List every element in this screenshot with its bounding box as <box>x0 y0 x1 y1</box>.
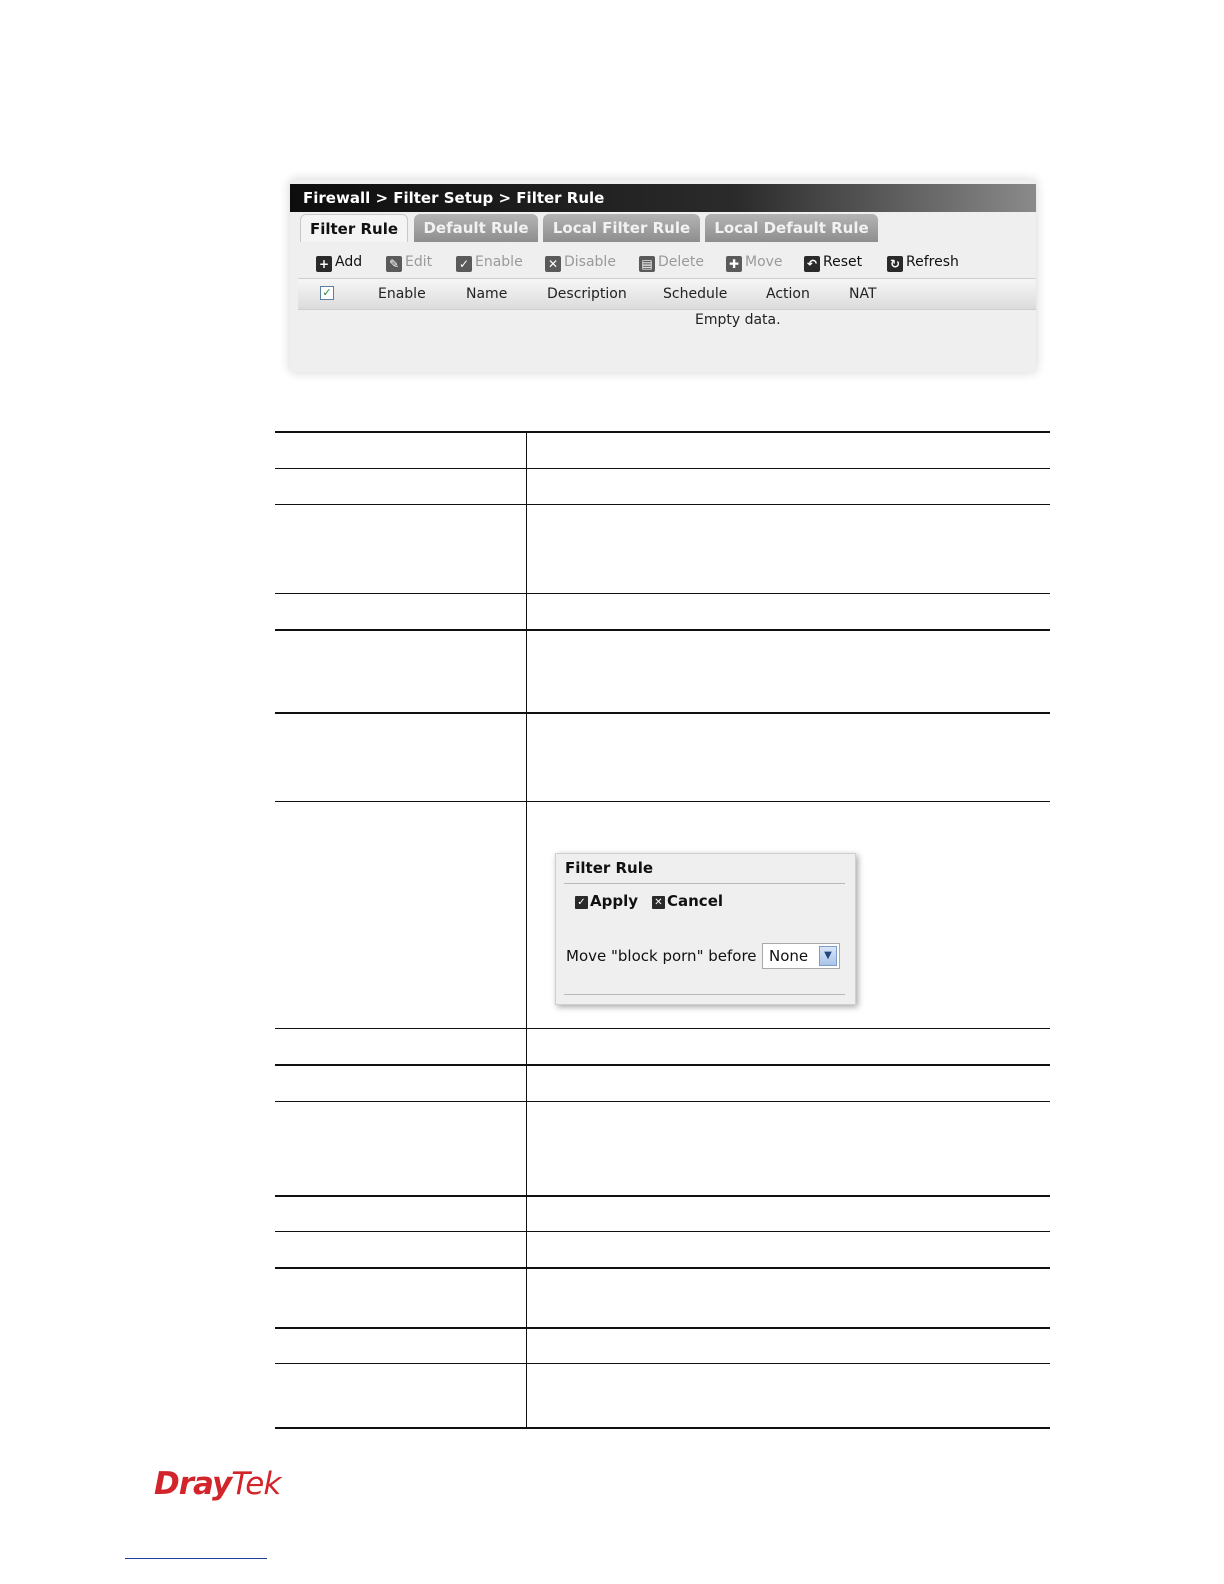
column-action[interactable]: Action <box>766 279 810 309</box>
chevron-down-icon: ▼ <box>819 946 837 966</box>
refresh-button[interactable]: ↻ Refresh <box>887 250 959 274</box>
tab-local-filter-rule[interactable]: Local Filter Rule <box>543 214 700 242</box>
table-bottom-border <box>275 1427 1050 1429</box>
toolbar: + Add ✎ Edit ✓ Enable ✕ Disable ▤ Delete ✚ Mov… <box>316 250 1016 274</box>
plus-icon: + <box>316 256 332 272</box>
row-divider <box>275 1327 1050 1329</box>
empty-data-message: Empty data. <box>695 312 781 328</box>
row-divider <box>275 1231 1050 1232</box>
move-rule-dialog: Filter Rule ✓ Apply ✕ Cancel Move "block p… <box>555 853 856 1005</box>
footer-rule <box>125 1558 267 1559</box>
row-divider <box>275 1363 1050 1364</box>
row-divider <box>275 629 1050 631</box>
delete-button[interactable]: ▤ Delete <box>639 250 704 274</box>
row-divider <box>275 504 1050 505</box>
x-icon: ✕ <box>545 256 561 272</box>
tab-local-default-rule[interactable]: Local Default Rule <box>705 214 878 242</box>
pencil-icon: ✎ <box>386 256 402 272</box>
edit-button[interactable]: ✎ Edit <box>386 250 432 274</box>
column-divider <box>526 431 527 1429</box>
trash-icon: ▤ <box>639 256 655 272</box>
logo-tek: Tek <box>231 1466 281 1502</box>
disable-label: Disable <box>564 254 616 270</box>
apply-button[interactable]: ✓ Apply <box>575 892 638 910</box>
row-divider <box>275 712 1050 714</box>
row-divider <box>275 1064 1050 1066</box>
dialog-bottom-divider <box>564 994 845 995</box>
check-icon: ✓ <box>575 896 588 909</box>
column-nat[interactable]: NAT <box>849 279 877 309</box>
apply-label: Apply <box>590 892 639 910</box>
refresh-icon: ↻ <box>887 256 903 272</box>
breadcrumb: Firewall > Filter Setup > Filter Rule <box>290 184 1036 212</box>
dialog-divider <box>564 883 845 884</box>
move-button[interactable]: ✚ Move <box>726 250 783 274</box>
move-before-label: Move "block porn" before <box>566 947 757 965</box>
column-description[interactable]: Description <box>547 279 627 309</box>
delete-label: Delete <box>658 254 704 270</box>
row-divider <box>275 801 1050 802</box>
add-label: Add <box>335 254 363 270</box>
row-divider <box>275 1028 1050 1029</box>
reset-button[interactable]: ↶ Reset <box>804 250 862 274</box>
filter-rule-panel: Firewall > Filter Setup > Filter Rule Fi… <box>290 180 1036 372</box>
cancel-button[interactable]: ✕ Cancel <box>652 892 723 910</box>
row-divider <box>275 1101 1050 1102</box>
x-icon: ✕ <box>652 896 665 909</box>
disable-button[interactable]: ✕ Disable <box>545 250 616 274</box>
move-before-select[interactable]: None ▼ <box>762 943 840 969</box>
select-value: None <box>769 947 809 965</box>
column-enable[interactable]: Enable <box>378 279 426 309</box>
refresh-label: Refresh <box>906 254 959 270</box>
select-all-checkbox[interactable]: ✓ <box>320 286 334 300</box>
enable-label: Enable <box>475 254 523 270</box>
draytek-logo: DrayTek <box>154 1466 281 1502</box>
table-header: ✓ Enable Name Description Schedule Actio… <box>298 278 1036 310</box>
tab-default-rule[interactable]: Default Rule <box>414 214 538 242</box>
column-schedule[interactable]: Schedule <box>663 279 727 309</box>
row-divider <box>275 1267 1050 1269</box>
table-top-border <box>275 431 1050 433</box>
reset-icon: ↶ <box>804 256 820 272</box>
tab-filter-rule[interactable]: Filter Rule <box>300 214 408 242</box>
edit-label: Edit <box>405 254 433 270</box>
cancel-label: Cancel <box>667 892 724 910</box>
check-icon: ✓ <box>456 256 472 272</box>
row-divider <box>275 1195 1050 1197</box>
logo-dray: Dray <box>154 1466 232 1502</box>
reset-label: Reset <box>823 254 863 270</box>
column-name[interactable]: Name <box>466 279 507 309</box>
move-label: Move <box>745 254 783 270</box>
row-divider <box>275 593 1050 594</box>
row-divider <box>275 468 1050 469</box>
enable-button[interactable]: ✓ Enable <box>456 250 523 274</box>
dialog-title: Filter Rule <box>565 859 654 877</box>
move-icon: ✚ <box>726 256 742 272</box>
add-button[interactable]: + Add <box>316 250 362 274</box>
